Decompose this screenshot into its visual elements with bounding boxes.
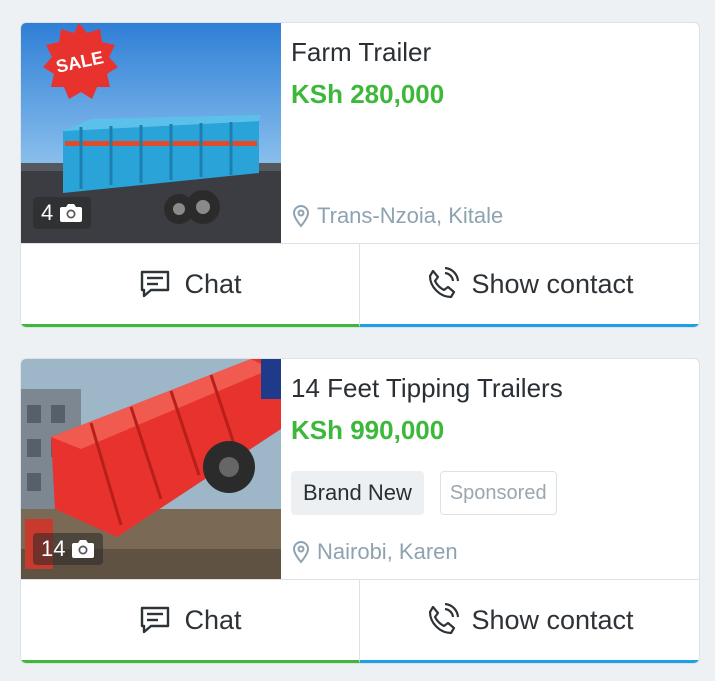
phone-icon <box>429 267 460 299</box>
chat-button-label: Chat <box>184 604 242 635</box>
listing-tags: Brand New Sponsored <box>291 471 557 515</box>
chat-icon <box>141 606 170 634</box>
listing-thumbnail[interactable]: SALE 4 <box>21 23 281 243</box>
photo-count-value: 14 <box>41 536 66 561</box>
listing-location: Nairobi, Karen <box>291 539 458 565</box>
listing-actions: Chat Show contact <box>21 243 699 327</box>
chat-icon <box>141 270 170 298</box>
sponsored-tag: Sponsored <box>439 471 557 515</box>
show-contact-label: Show contact <box>471 268 634 299</box>
chat-button[interactable]: Chat <box>21 580 360 663</box>
location-pin-icon <box>292 540 310 564</box>
listing-price: KSh 280,000 <box>291 79 445 109</box>
listing-info: Farm Trailer KSh 280,000 Trans-Nzoia, Ki… <box>291 23 699 243</box>
show-contact-button[interactable]: Show contact <box>360 580 699 663</box>
show-contact-button[interactable]: Show contact <box>360 244 699 327</box>
listing-price: KSh 990,000 <box>291 415 445 445</box>
location-text: Nairobi, Karen <box>317 539 458 564</box>
show-contact-label: Show contact <box>471 604 634 635</box>
phone-icon <box>429 603 460 635</box>
camera-icon <box>60 204 83 222</box>
chat-button-label: Chat <box>184 268 242 299</box>
listing-top[interactable]: 14 14 Feet Tipping Trailers KSh 990,000 … <box>21 359 699 579</box>
listing-info: 14 Feet Tipping Trailers KSh 990,000 Bra… <box>291 359 699 579</box>
listing-location: Trans-Nzoia, Kitale <box>291 203 503 229</box>
listing-thumbnail[interactable]: 14 <box>21 359 281 579</box>
chat-button[interactable]: Chat <box>21 244 360 327</box>
condition-tag: Brand New <box>291 471 424 515</box>
camera-icon <box>72 540 95 558</box>
listing-actions: Chat Show contact <box>21 579 699 663</box>
listing-top[interactable]: SALE 4 Farm Trailer KSh 280,000 Trans-Nz… <box>21 23 699 243</box>
listing-card[interactable]: 14 14 Feet Tipping Trailers KSh 990,000 … <box>20 358 700 664</box>
listing-card[interactable]: SALE 4 Farm Trailer KSh 280,000 Trans-Nz… <box>20 22 700 328</box>
photo-count: 4 <box>33 197 92 229</box>
location-pin-icon <box>292 204 310 228</box>
photo-count-value: 4 <box>41 200 54 225</box>
photo-count: 14 <box>33 533 104 565</box>
listing-title[interactable]: 14 Feet Tipping Trailers <box>291 373 563 404</box>
location-text: Trans-Nzoia, Kitale <box>317 203 504 228</box>
listing-title[interactable]: Farm Trailer <box>291 37 431 68</box>
